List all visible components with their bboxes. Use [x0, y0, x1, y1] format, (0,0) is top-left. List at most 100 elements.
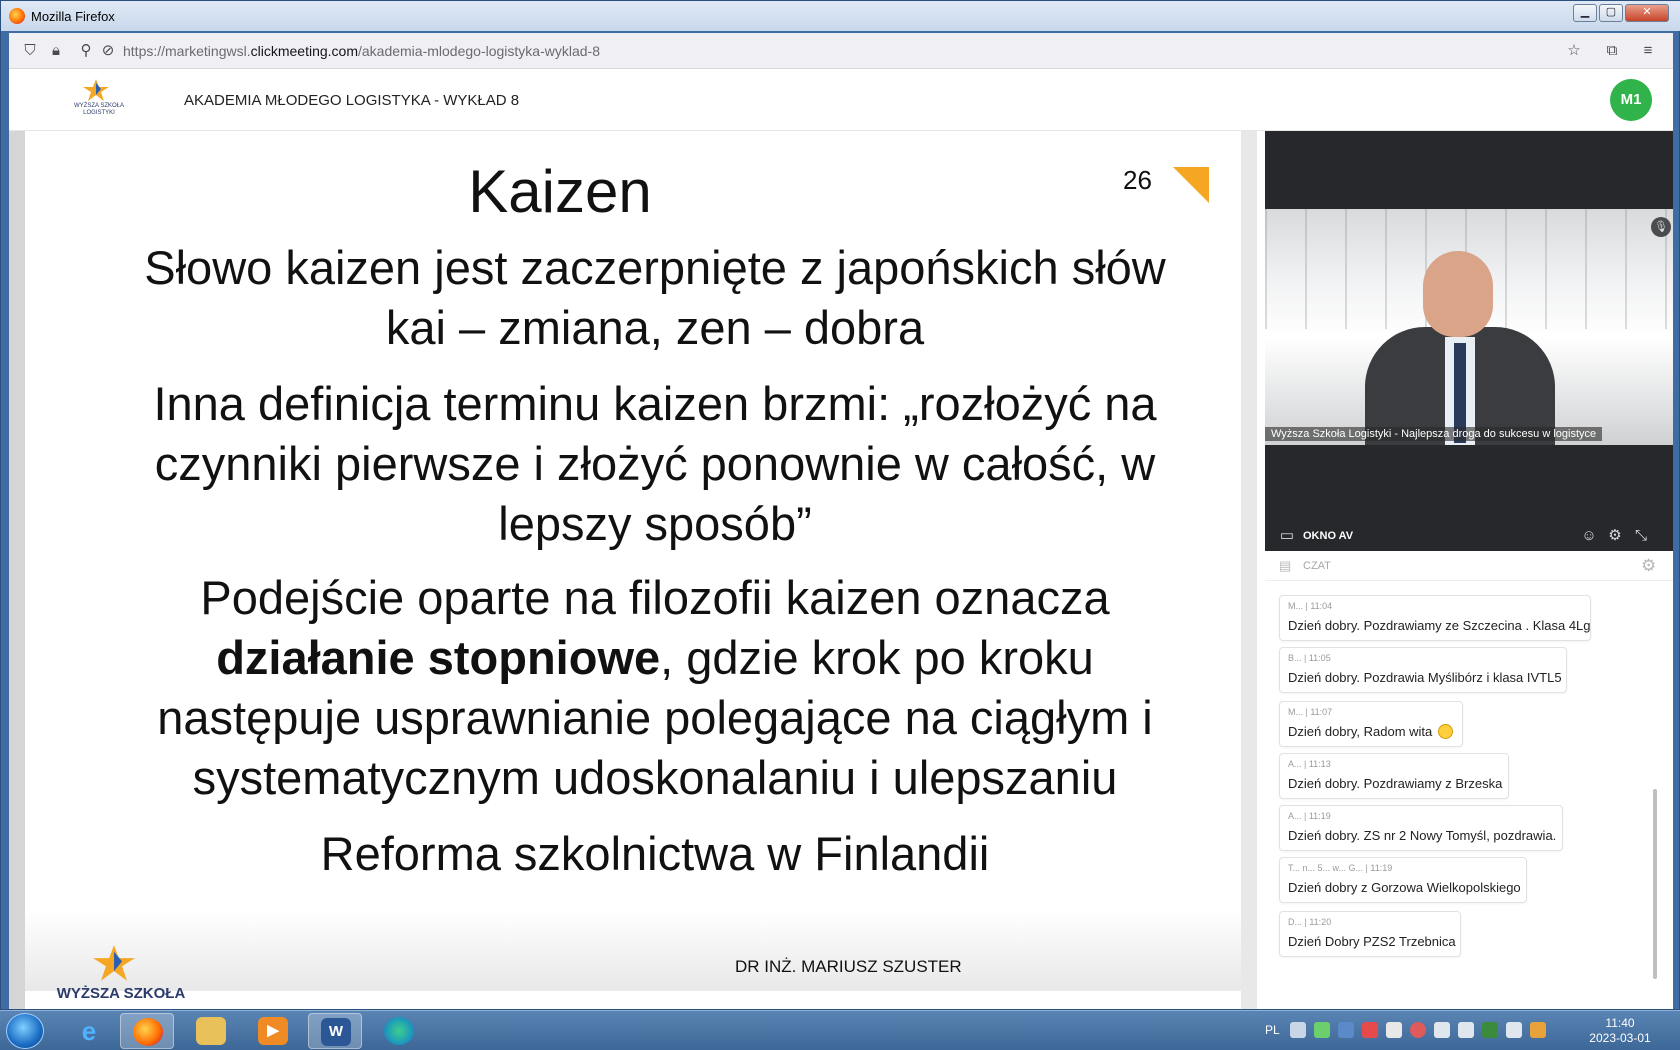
slide-bold-phrase: działanie stopniowe	[216, 631, 661, 684]
slide-paragraph-1-line-1: Słowo kaizen jest zaczerpnięte z japońsk…	[144, 241, 1166, 294]
message-text: Dzień Dobry PZS2 Trzebnica	[1288, 934, 1456, 949]
chat-icon: ▤	[1279, 558, 1292, 573]
slide-title: Kaizen	[468, 158, 652, 225]
message-text: Dzień dobry. ZS nr 2 Nowy Tomyśl, pozdra…	[1288, 828, 1557, 843]
chat-message: D... | 11:20 Dzień Dobry PZS2 Trzebnica	[1279, 911, 1461, 957]
slide-paragraph-3-rest: , gdzie krok po kroku	[660, 631, 1094, 684]
message-meta: A... | 11:19	[1288, 811, 1331, 821]
chat-message: A... | 11:19 Dzień dobry. ZS nr 2 Nowy T…	[1279, 805, 1563, 851]
chat-settings-icon[interactable]: ⚙	[1641, 556, 1656, 576]
message-text: Dzień dobry. Pozdrawiamy ze Szczecina . …	[1288, 618, 1591, 633]
shield-icon[interactable]: ⛉	[21, 42, 39, 60]
tray-icon[interactable]	[1482, 1022, 1498, 1038]
chat-label: CZAT	[1303, 560, 1331, 572]
tray-icon[interactable]	[1338, 1022, 1354, 1038]
slide-paragraph-4: Reforma szkolnictwa w Finlandii	[320, 827, 990, 880]
language-indicator[interactable]: PL	[1265, 1023, 1280, 1037]
firefox-icon	[133, 1018, 163, 1046]
menu-icon[interactable]: ≡	[1639, 42, 1657, 60]
event-title: AKADEMIA MŁODEGO LOGISTYKA - WYKŁAD 8	[184, 92, 520, 109]
address-bar: ⛉ 🔒︎ ⚲ ⊘ https://marketingwsl.clickmeeti…	[9, 33, 1673, 69]
slide-footer-logo: WYŻSZA SZKOŁA	[51, 945, 191, 1009]
settings-icon[interactable]: ⚙	[1605, 527, 1625, 545]
chat-message: M... | 11:07 Dzień dobry, Radom wita	[1279, 701, 1463, 747]
firefox-icon	[9, 8, 25, 24]
chat-message: B... | 11:05 Dzień dobry. Pozdrawia Myśl…	[1279, 647, 1567, 693]
clock-time: 11:40	[1605, 1016, 1635, 1030]
message-text: Dzień dobry. Pozdrawiamy z Brzeska	[1288, 776, 1503, 791]
media-player-icon: ▶	[258, 1017, 288, 1045]
taskbar-edge[interactable]	[372, 1013, 426, 1049]
slide-paragraph-3-line-4: systematycznym udoskonalaniu i ulepszani…	[192, 751, 1118, 804]
slide: Kaizen 26 Słowo kaizen jest zaczerpnięte…	[25, 131, 1245, 1009]
presenter-video[interactable]: Wyższa Szkoła Logistyki - Najlepsza drog…	[1265, 209, 1673, 445]
taskbar-internet-explorer[interactable]: e	[62, 1013, 116, 1049]
chat-message: T... n... 5... w... G... | 11:19 Dzień d…	[1279, 857, 1527, 903]
permissions-icon[interactable]: ⚲	[77, 42, 95, 60]
taskbar-media-player[interactable]: ▶	[246, 1013, 300, 1049]
message-meta: M... | 11:04	[1288, 601, 1333, 611]
slide-paragraph-2-line-3: lepszy sposób”	[498, 497, 812, 550]
message-text: Dzień dobry, Radom wita	[1288, 724, 1454, 739]
start-button[interactable]	[6, 1013, 44, 1049]
slide-number: 26	[1123, 165, 1152, 195]
tray-icon[interactable]	[1410, 1022, 1426, 1038]
bookmark-star-icon[interactable]: ☆	[1565, 42, 1583, 60]
school-logo: WYŻSZA SZKOŁA LOGISTYKI	[61, 79, 137, 121]
slide-paragraph-2-line-1: Inna definicja terminu kaizen brzmi: „ro…	[153, 377, 1157, 430]
minimize-button[interactable]: ▁	[1573, 4, 1597, 22]
webinar-page: WYŻSZA SZKOŁA LOGISTYKI AKADEMIA MŁODEGO …	[9, 69, 1673, 1009]
taskbar-word[interactable]: W	[308, 1013, 362, 1049]
tray-icon[interactable]	[1314, 1022, 1330, 1038]
lock-icon[interactable]: 🔒︎	[47, 42, 65, 60]
browser-window: Mozilla Firefox ▁ ▢ ✕ ⛉ 🔒︎ ⚲ ⊘ https://m…	[0, 0, 1680, 1010]
slide-paragraph-1-line-2: kai – zmiana, zen – dobra	[385, 301, 925, 354]
windows-taskbar: e ▶ W PL 11:40 2023-03-01	[0, 1010, 1680, 1050]
slide-paragraph-2-line-2: czynniki pierwsze i złożyć ponownie w ca…	[154, 437, 1156, 490]
slide-scrollbar[interactable]	[1241, 131, 1257, 1009]
taskbar-explorer[interactable]	[184, 1013, 238, 1049]
user-avatar[interactable]: M1	[1610, 79, 1652, 121]
av-label: OKNO AV	[1303, 530, 1354, 542]
url-field[interactable]: https://marketingwsl.clickmeeting.com/ak…	[123, 43, 600, 59]
maximize-button[interactable]: ▢	[1599, 4, 1623, 22]
tracking-icon[interactable]: ⊘	[99, 42, 117, 60]
tray-icon[interactable]	[1290, 1022, 1306, 1038]
slide-paragraph-3-line-1: Podejście oparte na filozofii kaizen ozn…	[200, 571, 1110, 624]
slide-corner-decoration	[1173, 167, 1209, 203]
window-title: Mozilla Firefox	[31, 9, 115, 24]
chat-bubble-icon[interactable]: ☺	[1579, 527, 1599, 545]
clock[interactable]: 11:40 2023-03-01	[1575, 1016, 1665, 1046]
clock-date: 2023-03-01	[1589, 1031, 1651, 1045]
av-window: Wyższa Szkoła Logistyki - Najlepsza drog…	[1265, 131, 1673, 551]
av-toolbar: ▭ OKNO AV ☺ ⚙ ⤡	[1265, 521, 1673, 551]
message-text: Dzień dobry z Gorzowa Wielkopolskiego	[1288, 880, 1521, 895]
message-meta: D... | 11:20	[1288, 917, 1332, 927]
video-caption: Wyższa Szkoła Logistyki - Najlepsza drog…	[1265, 427, 1603, 441]
volume-icon[interactable]	[1386, 1022, 1402, 1038]
message-meta: T... n... 5... w... G... | 11:19	[1288, 863, 1393, 873]
slide-paragraph-3-line-2: działanie stopniowe, gdzie krok po kroku	[65, 627, 1245, 688]
chat-header: ▤ CZAT ⚙	[1265, 551, 1673, 581]
logo-text-2: LOGISTYKI	[83, 110, 115, 116]
chat-messages[interactable]: M... | 11:04 Dzień dobry. Pozdrawiamy ze…	[1265, 581, 1657, 1009]
page-header: WYŻSZA SZKOŁA LOGISTYKI AKADEMIA MŁODEGO …	[9, 69, 1673, 131]
chat-message: A... | 11:13 Dzień dobry. Pozdrawiamy z …	[1279, 753, 1509, 799]
smiley-emoji-icon	[1438, 724, 1454, 739]
folder-icon	[196, 1017, 226, 1045]
side-panel: Wyższa Szkoła Logistyki - Najlepsza drog…	[1257, 131, 1673, 1009]
tray-icon[interactable]	[1362, 1022, 1378, 1038]
extensions-icon[interactable]: ⧉	[1603, 42, 1621, 60]
title-bar: Mozilla Firefox ▁ ▢ ✕	[1, 1, 1680, 31]
ie-icon: e	[81, 1016, 97, 1046]
tray-icon[interactable]	[1530, 1022, 1546, 1038]
network-icon[interactable]	[1458, 1022, 1474, 1038]
chat-scrollbar[interactable]	[1653, 789, 1657, 979]
presentation-area: Kaizen 26 Słowo kaizen jest zaczerpnięte…	[9, 131, 1245, 1009]
tray-icon[interactable]	[1506, 1022, 1522, 1038]
close-button[interactable]: ✕	[1625, 4, 1669, 22]
taskbar-firefox[interactable]	[120, 1013, 174, 1049]
minimize-panel-icon[interactable]: ⤡	[1631, 527, 1651, 545]
microphone-icon: 🎙︎	[1651, 217, 1671, 237]
tray-icon[interactable]	[1434, 1022, 1450, 1038]
